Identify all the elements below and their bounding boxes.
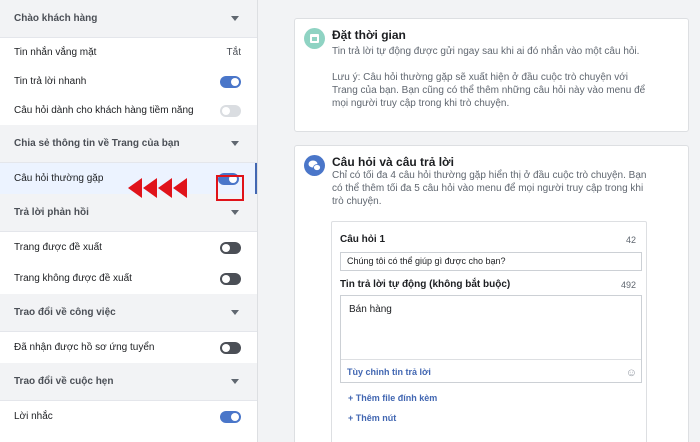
sidebar-item-label: Trang không được đề xuất	[14, 273, 132, 284]
answer-char-count: 492	[620, 280, 636, 290]
card-note-line: mọi người truy cập trong khi trò chuyện.	[332, 98, 510, 109]
schedule-card: Đặt thời gian Tin trả lời tự động được g…	[294, 18, 689, 132]
toggle-switch[interactable]	[220, 272, 241, 285]
highlight-box-annotation	[216, 175, 244, 201]
card-description-line: Chỉ có tối đa 4 câu hỏi thường gặp hiển …	[332, 170, 647, 181]
toggle-switch[interactable]	[220, 341, 241, 354]
toggle-switch[interactable]	[220, 241, 241, 254]
sidebar-item-label: Lời nhắc	[14, 411, 53, 422]
section-header-share-info[interactable]: Chia sẻ thông tin về Trang của bạn	[0, 125, 257, 163]
sidebar-item-away-message[interactable]: Tin nhắn vắng mặt Tắt	[0, 38, 257, 67]
arrow-left-icon	[143, 178, 157, 198]
toggle-switch[interactable]	[220, 410, 241, 423]
sidebar-item-label: Tin trả lời nhanh	[14, 76, 87, 87]
toggle-knob	[222, 343, 230, 352]
sidebar-item-not-recommended[interactable]: Trang không được đề xuất	[0, 263, 257, 294]
question-editor: Câu hỏi 1 42 Chúng tôi có thể giúp gì đư…	[331, 221, 647, 442]
toggle-knob	[222, 243, 230, 252]
section-title: Trả lời phản hồi	[14, 207, 89, 218]
main-content: Đặt thời gian Tin trả lời tự động được g…	[259, 0, 700, 442]
add-button-link[interactable]: + Thêm nút	[348, 413, 396, 423]
section-header-jobs[interactable]: Trao đổi về công việc	[0, 294, 257, 332]
toggle-knob	[222, 274, 230, 283]
card-description: Tin trả lời tự động được gửi ngay sau kh…	[332, 46, 640, 57]
sidebar-item-instant-reply[interactable]: Tin trả lời nhanh	[0, 67, 257, 96]
answer-textarea[interactable]: Bán hàng ☺ Tùy chỉnh tin trả lời	[340, 295, 642, 383]
red-arrows-annotation	[128, 178, 188, 198]
arrow-left-icon	[128, 178, 142, 198]
question-label: Câu hỏi 1	[340, 234, 386, 245]
sidebar-item-reminder[interactable]: Lời nhắc	[0, 401, 257, 432]
section-title: Chia sẻ thông tin về Trang của bạn	[14, 138, 180, 149]
calendar-icon	[304, 28, 325, 49]
customize-reply-link[interactable]: Tùy chỉnh tin trả lời	[341, 359, 641, 383]
sidebar-item-label: Câu hỏi dành cho khách hàng tiềm năng	[14, 105, 194, 116]
chevron-down-icon[interactable]	[231, 210, 239, 215]
answer-label: Tin trả lời tự động (không bắt buộc)	[340, 279, 511, 290]
card-title: Câu hỏi và câu trả lời	[332, 155, 454, 169]
toggle-switch[interactable]	[220, 104, 241, 117]
arrow-left-icon	[158, 178, 172, 198]
card-note-line: Lưu ý: Câu hỏi thường gặp sẽ xuất hiện ở…	[332, 72, 629, 83]
section-title: Trao đổi về công việc	[14, 307, 116, 318]
sidebar-item-applications[interactable]: Đã nhận được hồ sơ ứng tuyển	[0, 332, 257, 363]
section-header-appointments[interactable]: Trao đổi về cuộc hẹn	[0, 363, 257, 401]
sidebar-item-label: Câu hỏi thường gặp	[14, 173, 104, 184]
chevron-down-icon[interactable]	[231, 16, 239, 21]
faq-card: Câu hỏi và câu trả lời Chỉ có tối đa 4 c…	[294, 145, 689, 442]
chat-bubbles-icon	[304, 155, 325, 176]
card-note-line: Trang của bạn. Bạn cũng có thể thêm nhữn…	[332, 85, 646, 96]
sidebar: Chào khách hàng Tin nhắn vắng mặt Tắt Ti…	[0, 0, 258, 442]
sidebar-item-label: Trang được đề xuất	[14, 242, 102, 253]
toggle-knob	[231, 412, 239, 421]
sidebar-item-label: Đã nhận được hồ sơ ứng tuyển	[14, 342, 155, 353]
section-title: Chào khách hàng	[14, 13, 98, 24]
chevron-down-icon[interactable]	[231, 379, 239, 384]
card-description-line: trò chuyện.	[332, 196, 382, 207]
card-description-line: có thể thêm tối đa 5 câu hỏi vào menu để…	[332, 183, 644, 194]
sidebar-item-label: Tin nhắn vắng mặt	[14, 47, 97, 58]
answer-text: Bán hàng	[349, 304, 392, 315]
section-header-greeting[interactable]: Chào khách hàng	[0, 0, 257, 38]
sidebar-item-lead-questions[interactable]: Câu hỏi dành cho khách hàng tiềm năng	[0, 96, 257, 125]
toggle-knob	[222, 106, 230, 115]
toggle-switch[interactable]	[220, 75, 241, 88]
chevron-down-icon[interactable]	[231, 310, 239, 315]
toggle-knob	[231, 77, 239, 86]
section-title: Trao đổi về cuộc hẹn	[14, 376, 114, 387]
status-value: Tắt	[226, 47, 241, 58]
question-input[interactable]: Chúng tôi có thể giúp gì được cho bạn?	[340, 252, 642, 271]
sidebar-item-recommended[interactable]: Trang được đề xuất	[0, 232, 257, 263]
add-attachment-link[interactable]: + Thêm file đính kèm	[348, 393, 437, 403]
card-title: Đặt thời gian	[332, 28, 406, 42]
arrow-left-icon	[173, 178, 187, 198]
question-char-count: 42	[625, 235, 636, 245]
chevron-down-icon[interactable]	[231, 141, 239, 146]
